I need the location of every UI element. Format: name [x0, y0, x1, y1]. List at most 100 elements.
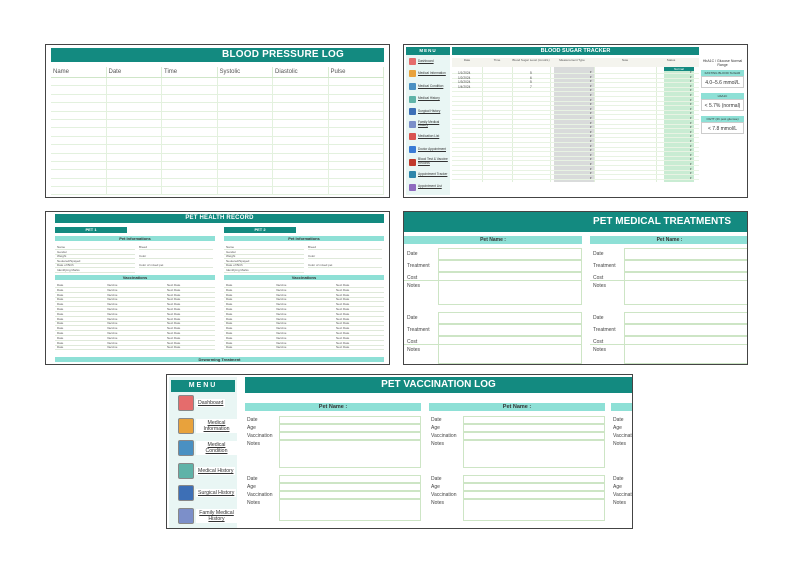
vacc-notes-field[interactable] — [463, 499, 605, 521]
bp-cell[interactable] — [51, 103, 107, 111]
vacc-menu-item[interactable]: Medical History — [169, 460, 237, 483]
sugar-type-dropdown-icon[interactable]: ▾ — [590, 148, 592, 152]
bp-cell[interactable] — [273, 136, 329, 145]
sugar-menu-item[interactable]: Medical Condition — [406, 80, 450, 93]
sugar-status-dropdown-icon[interactable]: ▾ — [690, 88, 692, 92]
bp-cell[interactable] — [329, 94, 384, 103]
treat-date-field[interactable] — [438, 312, 582, 324]
sugar-level-cell[interactable]: 7 — [530, 85, 532, 89]
vacc-input-field[interactable] — [279, 416, 421, 424]
sugar-type-dropdown-icon[interactable]: ▾ — [590, 98, 592, 102]
sugar-type-dropdown-icon[interactable]: ▾ — [590, 79, 592, 83]
treat-notes-field[interactable] — [438, 272, 582, 305]
bp-cell[interactable] — [107, 153, 162, 161]
vacc-input-field[interactable] — [279, 475, 421, 483]
bp-cell[interactable] — [162, 187, 218, 195]
bp-cell[interactable] — [273, 128, 329, 136]
sugar-status-dropdown-icon[interactable]: ▾ — [690, 70, 692, 74]
sugar-date-cell[interactable]: 1/3/2024 — [458, 80, 470, 84]
bp-cell[interactable] — [51, 136, 107, 145]
bp-cell[interactable] — [162, 111, 218, 119]
vacc-input-field[interactable] — [463, 483, 605, 491]
sugar-status-dropdown-icon[interactable]: ▾ — [690, 148, 692, 152]
sugar-type-dropdown-icon[interactable]: ▾ — [590, 75, 592, 79]
vacc-menu-item[interactable]: Dashboard — [169, 392, 237, 415]
sugar-status-dropdown-icon[interactable]: ▾ — [690, 102, 692, 106]
treat-date-field[interactable] — [624, 312, 747, 324]
bp-cell[interactable] — [107, 161, 162, 170]
bp-cell[interactable] — [329, 145, 384, 153]
vacc-notes-field[interactable] — [279, 440, 421, 468]
bp-cell[interactable] — [329, 187, 384, 195]
sugar-menu-item[interactable]: Doctor Appointment — [406, 143, 450, 156]
bp-cell[interactable] — [218, 128, 273, 136]
bp-cell[interactable] — [162, 94, 218, 103]
bp-cell[interactable] — [329, 86, 384, 94]
bp-cell[interactable] — [329, 178, 384, 187]
vacc-input-field[interactable] — [279, 491, 421, 499]
sugar-type-dropdown-icon[interactable]: ▾ — [590, 176, 592, 180]
vacc-input-field[interactable] — [463, 475, 605, 483]
sugar-type-dropdown-icon[interactable]: ▾ — [590, 167, 592, 171]
bp-cell[interactable] — [329, 161, 384, 170]
sugar-status-dropdown-icon[interactable]: ▾ — [690, 116, 692, 120]
bp-cell[interactable] — [51, 170, 107, 178]
bp-cell[interactable] — [273, 103, 329, 111]
bp-cell[interactable] — [273, 145, 329, 153]
vacc-menu-item[interactable]: Medical Information — [169, 415, 237, 438]
bp-cell[interactable] — [162, 136, 218, 145]
sugar-menu-item[interactable]: Surgical History — [406, 105, 450, 118]
sugar-status-dropdown-icon[interactable]: ▾ — [690, 153, 692, 157]
bp-cell[interactable] — [107, 136, 162, 145]
bp-cell[interactable] — [218, 111, 273, 119]
vacc-input-field[interactable] — [463, 491, 605, 499]
bp-cell[interactable] — [273, 153, 329, 161]
sugar-type-dropdown-icon[interactable]: ▾ — [590, 171, 592, 175]
bp-cell[interactable] — [329, 170, 384, 178]
bp-cell[interactable] — [273, 94, 329, 103]
bp-cell[interactable] — [51, 94, 107, 103]
sugar-status-dropdown-icon[interactable]: ▾ — [690, 84, 692, 88]
bp-cell[interactable] — [107, 111, 162, 119]
health-pet-tab[interactable]: PET 2 — [224, 227, 296, 233]
bp-cell[interactable] — [107, 86, 162, 94]
vacc-menu-item[interactable]: Surgical History — [169, 482, 237, 505]
sugar-type-dropdown-icon[interactable]: ▾ — [590, 157, 592, 161]
treat-date-field[interactable] — [438, 248, 582, 260]
bp-cell[interactable] — [51, 153, 107, 161]
vacc-menu-item[interactable]: Medical Condition — [169, 437, 237, 460]
bp-cell[interactable] — [329, 136, 384, 145]
bp-cell[interactable] — [162, 128, 218, 136]
sugar-status-dropdown-icon[interactable]: ▾ — [690, 107, 692, 111]
bp-cell[interactable] — [162, 161, 218, 170]
bp-cell[interactable] — [107, 170, 162, 178]
sugar-date-cell[interactable]: 1/4/2024 — [458, 85, 470, 89]
sugar-type-dropdown-icon[interactable]: ▾ — [590, 93, 592, 97]
bp-cell[interactable] — [107, 103, 162, 111]
treat-treatment-field[interactable] — [438, 324, 582, 336]
sugar-type-dropdown-icon[interactable]: ▾ — [590, 121, 592, 125]
sugar-menu-item[interactable]: Medication List — [406, 131, 450, 144]
sugar-type-dropdown-icon[interactable]: ▾ — [590, 84, 592, 88]
bp-cell[interactable] — [162, 86, 218, 94]
bp-cell[interactable] — [329, 111, 384, 119]
vacc-input-field[interactable] — [463, 416, 605, 424]
bp-cell[interactable] — [218, 119, 273, 128]
bp-cell[interactable] — [107, 178, 162, 187]
bp-cell[interactable] — [107, 119, 162, 128]
bp-cell[interactable] — [273, 178, 329, 187]
bp-cell[interactable] — [329, 103, 384, 111]
vacc-input-field[interactable] — [463, 432, 605, 440]
bp-cell[interactable] — [162, 78, 218, 86]
bp-cell[interactable] — [162, 119, 218, 128]
bp-cell[interactable] — [162, 178, 218, 187]
sugar-level-cell[interactable]: 6 — [530, 76, 532, 80]
bp-cell[interactable] — [107, 187, 162, 195]
treat-date-field[interactable] — [624, 248, 747, 260]
sugar-type-dropdown-icon[interactable]: ▾ — [590, 70, 592, 74]
treat-notes-field[interactable] — [438, 336, 582, 364]
vacc-notes-field[interactable] — [463, 440, 605, 468]
bp-cell[interactable] — [51, 78, 107, 86]
sugar-type-dropdown-icon[interactable]: ▾ — [590, 162, 592, 166]
sugar-status-dropdown-icon[interactable]: ▾ — [690, 98, 692, 102]
